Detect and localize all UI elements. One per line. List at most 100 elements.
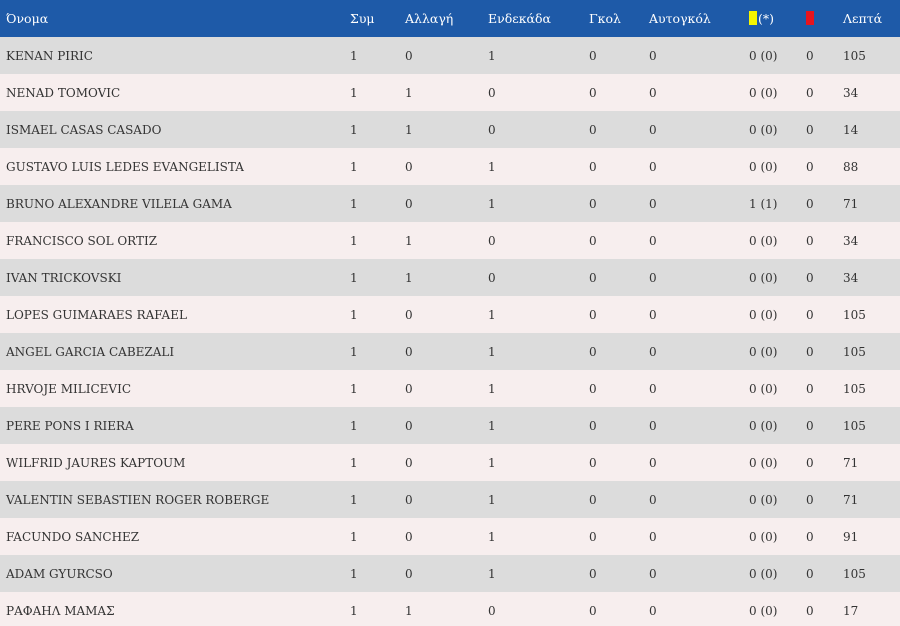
cell-name[interactable]: FRANCISCO SOL ORTIZ	[0, 222, 350, 259]
column-header-lineup[interactable]: Ενδεκάδα	[488, 0, 589, 37]
table-row: KENAN PIRIC 1 0 1 0 0 0 (0) 0 105	[0, 37, 900, 74]
cell-apps: 1	[350, 122, 358, 137]
cell-minutes: 71	[843, 492, 859, 507]
table-row: BRUNO ALEXANDRE VILELA GAMA 1 0 1 0 0 1 (1) 0 71	[0, 185, 900, 222]
table-row: VALENTIN SEBASTIEN ROGER ROBERGE 1 0 1 0 0 0 (…	[0, 481, 900, 518]
cell-red-cards: 0	[806, 85, 814, 100]
cell-red-cards: 0	[806, 159, 814, 174]
cell-name[interactable]: ΡΑΦΑΗΛ ΜΑΜΑΣ	[0, 592, 350, 626]
cell-yellow-cards: 0 (0)	[749, 529, 778, 544]
cell-red-cards: 0	[806, 196, 814, 211]
cell-red-cards: 0	[806, 122, 814, 137]
cell-lineup: 1	[488, 344, 496, 359]
cell-own-goals: 0	[649, 122, 657, 137]
cell-own-goals: 0	[649, 418, 657, 433]
cell-lineup: 1	[488, 492, 496, 507]
cell-goals: 0	[589, 603, 597, 618]
column-header-apps[interactable]: Συμ	[350, 0, 405, 37]
cell-minutes: 34	[843, 270, 859, 285]
cell-name[interactable]: ADAM GYURCSO	[0, 555, 350, 592]
cell-sub: 0	[405, 492, 413, 507]
cell-lineup: 0	[488, 270, 496, 285]
cell-sub: 1	[405, 233, 413, 248]
cell-apps: 1	[350, 529, 358, 544]
cell-own-goals: 0	[649, 196, 657, 211]
cell-apps: 1	[350, 159, 358, 174]
cell-yellow-cards: 0 (0)	[749, 344, 778, 359]
cell-yellow-cards: 0 (0)	[749, 48, 778, 63]
cell-lineup: 0	[488, 233, 496, 248]
column-header-red-cards[interactable]	[806, 0, 843, 37]
cell-name[interactable]: GUSTAVO LUIS LEDES EVANGELISTA	[0, 148, 350, 185]
cell-name[interactable]: KENAN PIRIC	[0, 37, 350, 74]
cell-goals: 0	[589, 159, 597, 174]
yellow-card-suffix: (*)	[758, 11, 775, 26]
cell-name[interactable]: LOPES GUIMARAES RAFAEL	[0, 296, 350, 333]
cell-goals: 0	[589, 48, 597, 63]
cell-goals: 0	[589, 196, 597, 211]
table-row: FACUNDO SANCHEZ 1 0 1 0 0 0 (0) 0 91	[0, 518, 900, 555]
red-card-icon	[806, 11, 814, 25]
cell-own-goals: 0	[649, 307, 657, 322]
table-row: WILFRID JAURES KAPTOUM 1 0 1 0 0 0 (0) 0 71	[0, 444, 900, 481]
table-row: HRVOJE MILICEVIC 1 0 1 0 0 0 (0) 0 105	[0, 370, 900, 407]
cell-name[interactable]: BRUNO ALEXANDRE VILELA GAMA	[0, 185, 350, 222]
cell-minutes: 34	[843, 233, 859, 248]
cell-name[interactable]: IVAN TRICKOVSKI	[0, 259, 350, 296]
cell-yellow-cards: 0 (0)	[749, 381, 778, 396]
cell-yellow-cards: 0 (0)	[749, 159, 778, 174]
cell-name[interactable]: ANGEL GARCIA CABEZALI	[0, 333, 350, 370]
cell-minutes: 71	[843, 455, 859, 470]
cell-name[interactable]: NENAD TOMOVIC	[0, 74, 350, 111]
column-header-own-goals[interactable]: Αυτογκόλ	[649, 0, 749, 37]
cell-sub: 0	[405, 529, 413, 544]
player-stats-table: Όνομα Συμ Αλλαγή Ενδεκάδα Γκολ Αυτογκόλ …	[0, 0, 900, 626]
cell-minutes: 17	[843, 603, 859, 618]
cell-goals: 0	[589, 492, 597, 507]
cell-minutes: 14	[843, 122, 859, 137]
cell-own-goals: 0	[649, 566, 657, 581]
column-header-goals[interactable]: Γκολ	[589, 0, 649, 37]
cell-lineup: 0	[488, 85, 496, 100]
cell-sub: 1	[405, 603, 413, 618]
cell-sub: 0	[405, 455, 413, 470]
cell-yellow-cards: 0 (0)	[749, 455, 778, 470]
cell-sub: 0	[405, 381, 413, 396]
cell-yellow-cards: 0 (0)	[749, 233, 778, 248]
cell-lineup: 1	[488, 381, 496, 396]
cell-red-cards: 0	[806, 492, 814, 507]
cell-red-cards: 0	[806, 418, 814, 433]
cell-sub: 1	[405, 85, 413, 100]
cell-own-goals: 0	[649, 48, 657, 63]
cell-own-goals: 0	[649, 529, 657, 544]
cell-name[interactable]: ISMAEL CASAS CASADO	[0, 111, 350, 148]
table-row: LOPES GUIMARAES RAFAEL 1 0 1 0 0 0 (0) 0 105	[0, 296, 900, 333]
column-header-name[interactable]: Όνομα	[0, 0, 350, 37]
cell-red-cards: 0	[806, 344, 814, 359]
column-header-minutes[interactable]: Λεπτά	[843, 0, 900, 37]
cell-red-cards: 0	[806, 270, 814, 285]
cell-goals: 0	[589, 529, 597, 544]
table-row: NENAD TOMOVIC 1 1 0 0 0 0 (0) 0 34	[0, 74, 900, 111]
cell-sub: 0	[405, 307, 413, 322]
column-header-sub[interactable]: Αλλαγή	[405, 0, 488, 37]
cell-sub: 1	[405, 122, 413, 137]
cell-yellow-cards: 0 (0)	[749, 307, 778, 322]
cell-apps: 1	[350, 455, 358, 470]
cell-sub: 0	[405, 48, 413, 63]
column-header-yellow-cards[interactable]: (*)	[749, 0, 806, 37]
cell-name[interactable]: WILFRID JAURES KAPTOUM	[0, 444, 350, 481]
cell-name[interactable]: FACUNDO SANCHEZ	[0, 518, 350, 555]
cell-name[interactable]: PERE PONS I RIERA	[0, 407, 350, 444]
cell-yellow-cards: 0 (0)	[749, 566, 778, 581]
cell-goals: 0	[589, 344, 597, 359]
cell-minutes: 91	[843, 529, 859, 544]
yellow-card-icon	[749, 11, 757, 25]
cell-name[interactable]: VALENTIN SEBASTIEN ROGER ROBERGE	[0, 481, 350, 518]
table-row: PERE PONS I RIERA 1 0 1 0 0 0 (0) 0 105	[0, 407, 900, 444]
cell-goals: 0	[589, 270, 597, 285]
cell-name[interactable]: HRVOJE MILICEVIC	[0, 370, 350, 407]
cell-apps: 1	[350, 344, 358, 359]
cell-lineup: 1	[488, 48, 496, 63]
cell-minutes: 105	[843, 344, 866, 359]
